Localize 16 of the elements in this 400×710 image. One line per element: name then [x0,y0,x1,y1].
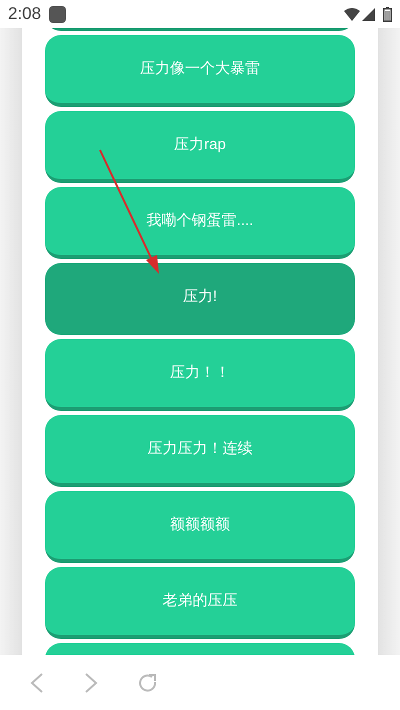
sound-button[interactable]: 压力压力！连续 [45,415,355,487]
sound-button[interactable]: 压力! [45,263,355,335]
notification-icon [49,6,66,22]
forward-icon[interactable] [84,672,98,692]
sound-button[interactable]: 我嘞个钢蛋雷.... [45,187,355,259]
reload-icon[interactable] [138,672,158,692]
sound-button[interactable]: 压力像一个大暴雷 [45,35,355,107]
signal-icon [362,8,375,20]
battery-icon [383,6,392,22]
wifi-icon [344,8,360,20]
back-icon[interactable] [30,672,44,692]
status-time: 2:08 [8,3,42,26]
sound-button[interactable]: 压力！！ [45,339,355,411]
sound-button[interactable]: 老弟的压压 [45,567,355,639]
sound-button[interactable]: 额额额额 [45,491,355,563]
sound-button[interactable]: 压力rap [45,111,355,183]
